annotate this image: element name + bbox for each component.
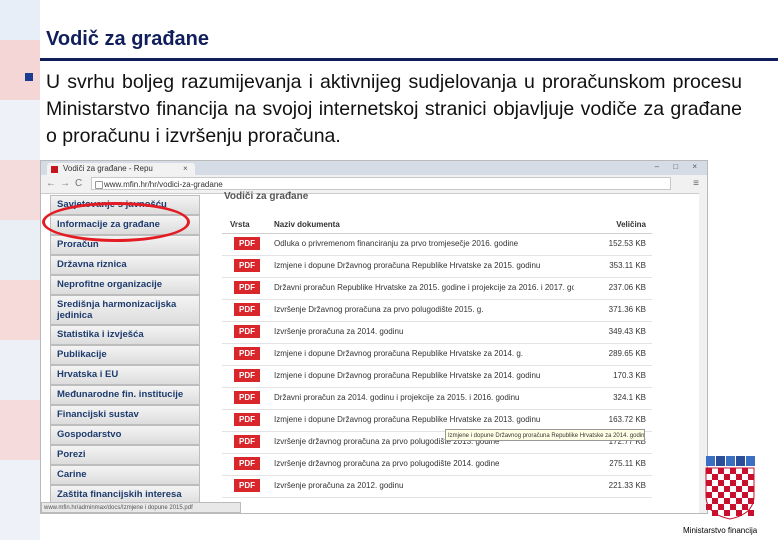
document-link[interactable]: Izvršenje proračuna za 2014. godinu xyxy=(274,327,574,336)
table-row[interactable]: PDF Izvršenje proračuna za 2012. godinu 22… xyxy=(222,475,652,498)
close-icon[interactable]: × xyxy=(183,163,188,175)
document-size: 221.33 KB xyxy=(608,481,646,490)
table-row[interactable]: PDF Izmjene i dopune Državnog proračuna R… xyxy=(222,255,652,278)
column-header-name: Naziv dokumenta xyxy=(274,220,340,229)
url-text: www.mfin.hr/hr/vodici-za-gradane xyxy=(104,180,223,189)
document-size: 170.3 KB xyxy=(613,371,646,380)
link-tooltip: Izmjene i dopune Državnog proračuna Repu… xyxy=(445,429,645,441)
sidebar-item[interactable]: Carine xyxy=(50,465,200,485)
document-link[interactable]: Državni proračun za 2014. godinu i proje… xyxy=(274,393,574,402)
document-link[interactable]: Izmjene i dopune Državnog proračuna Repu… xyxy=(274,415,574,424)
slide-title: Vodič za građane xyxy=(46,28,210,50)
pdf-icon[interactable]: PDF xyxy=(234,369,260,382)
bullet-text: U svrhu boljeg razumijevanja i aktivnije… xyxy=(46,71,742,147)
document-link[interactable]: Izvršenje Državnog proračuna za prvo pol… xyxy=(274,305,574,314)
title-underline xyxy=(40,58,778,61)
sidebar-item[interactable]: Neprofitne organizacije xyxy=(50,275,200,295)
column-header-type: Vrsta xyxy=(230,220,250,229)
document-size: 163.72 KB xyxy=(608,415,646,424)
sidebar-item[interactable]: Gospodarstvo xyxy=(50,425,200,445)
table-row[interactable]: PDF Izvršenje proračuna za 2014. godinu 34… xyxy=(222,321,652,344)
checkerboard-decoration xyxy=(0,0,40,540)
table-row[interactable]: PDF Izvršenje državnog proračuna za prvo … xyxy=(222,453,652,476)
document-size: 353.11 KB xyxy=(609,261,646,270)
document-link[interactable]: Izvršenje proračuna za 2012. godinu xyxy=(274,481,574,490)
page-icon xyxy=(95,181,103,189)
table-row[interactable]: PDF Izvršenje Državnog proračuna za prvo … xyxy=(222,299,652,322)
pdf-icon[interactable]: PDF xyxy=(234,237,260,250)
document-size: 237.06 KB xyxy=(608,283,646,292)
table-row[interactable]: PDF Izmjene i dopune Državnog proračuna R… xyxy=(222,343,652,366)
sidebar-item[interactable]: Međunarodne fin. institucije xyxy=(50,385,200,405)
pdf-icon[interactable]: PDF xyxy=(234,259,260,272)
table-header: Vrsta Naziv dokumenta Veličina xyxy=(222,215,652,234)
document-link[interactable]: Izmjene i dopune Državnog proračuna Repu… xyxy=(274,371,574,380)
table-row[interactable]: PDF Izmjene i dopune Državnog proračuna R… xyxy=(222,365,652,388)
sidebar-item[interactable]: Državna riznica xyxy=(50,255,200,275)
highlight-oval xyxy=(42,202,190,242)
document-size: 324.1 KB xyxy=(613,393,646,402)
pdf-icon[interactable]: PDF xyxy=(234,479,260,492)
table-row[interactable]: PDF Državni proračun za 2014. godinu i pr… xyxy=(222,387,652,410)
pdf-icon[interactable]: PDF xyxy=(234,435,260,448)
document-size: 289.65 KB xyxy=(608,349,646,358)
page-heading: Vodiči za građane xyxy=(224,191,309,202)
pdf-icon[interactable]: PDF xyxy=(234,347,260,360)
back-icon[interactable]: ← xyxy=(46,178,56,189)
pdf-icon[interactable]: PDF xyxy=(234,457,260,470)
address-bar: ← → C www.mfin.hr/hr/vodici-za-gradane ≡ xyxy=(41,175,707,194)
url-input[interactable]: www.mfin.hr/hr/vodici-za-gradane xyxy=(91,177,671,190)
pdf-icon[interactable]: PDF xyxy=(234,281,260,294)
document-size: 275.11 KB xyxy=(609,459,646,468)
tab-bar: Vodiči za građane - Repu × – □ × xyxy=(41,161,707,175)
column-header-size: Veličina xyxy=(616,220,646,229)
sidebar-item[interactable]: Financijski sustav xyxy=(50,405,200,425)
table-row[interactable]: PDF Odluka o privremenom financiranju za … xyxy=(222,233,652,256)
document-link[interactable]: Odluka o privremenom financiranju za prv… xyxy=(274,239,574,248)
tab-title: Vodiči za građane - Repu xyxy=(63,164,153,173)
pdf-icon[interactable]: PDF xyxy=(234,413,260,426)
document-size: 152.53 KB xyxy=(608,239,646,248)
window-controls[interactable]: – □ × xyxy=(655,162,703,171)
document-link[interactable]: Državni proračun Republike Hrvatske za 2… xyxy=(274,283,574,292)
sidebar-item[interactable]: Središnja harmonizacijska jedinica xyxy=(50,295,200,325)
favicon-icon xyxy=(51,166,58,173)
browser-tab[interactable]: Vodiči za građane - Repu × xyxy=(47,163,195,175)
status-bar: www.mfin.hr/adminmax/docs/Izmjene i dopu… xyxy=(41,502,241,513)
bullet-icon xyxy=(25,73,33,81)
pdf-icon[interactable]: PDF xyxy=(234,391,260,404)
document-link[interactable]: Izmjene i dopune Državnog proračuna Repu… xyxy=(274,349,574,358)
pdf-icon[interactable]: PDF xyxy=(234,303,260,316)
reload-icon[interactable]: C xyxy=(75,178,82,189)
coat-of-arms-icon xyxy=(705,456,755,520)
sidebar-item[interactable]: Statistika i izvješća xyxy=(50,325,200,345)
document-link[interactable]: Izmjene i dopune Državnog proračuna Repu… xyxy=(274,261,574,270)
document-link[interactable]: Izvršenje državnog proračuna za prvo pol… xyxy=(274,459,574,468)
document-size: 371.36 KB xyxy=(608,305,646,314)
menu-icon[interactable]: ≡ xyxy=(693,178,699,189)
document-size: 349.43 KB xyxy=(608,327,646,336)
footer-text: Ministarstvo financija xyxy=(683,526,758,535)
forward-icon[interactable]: → xyxy=(60,178,70,189)
pdf-icon[interactable]: PDF xyxy=(234,325,260,338)
sidebar-item[interactable]: Hrvatska i EU xyxy=(50,365,200,385)
sidebar-item[interactable]: Publikacije xyxy=(50,345,200,365)
sidebar: Savjetovanje s javnošću Informacije za g… xyxy=(50,195,204,511)
table-row[interactable]: PDF Državni proračun Republike Hrvatske z… xyxy=(222,277,652,300)
sidebar-item[interactable]: Porezi xyxy=(50,445,200,465)
